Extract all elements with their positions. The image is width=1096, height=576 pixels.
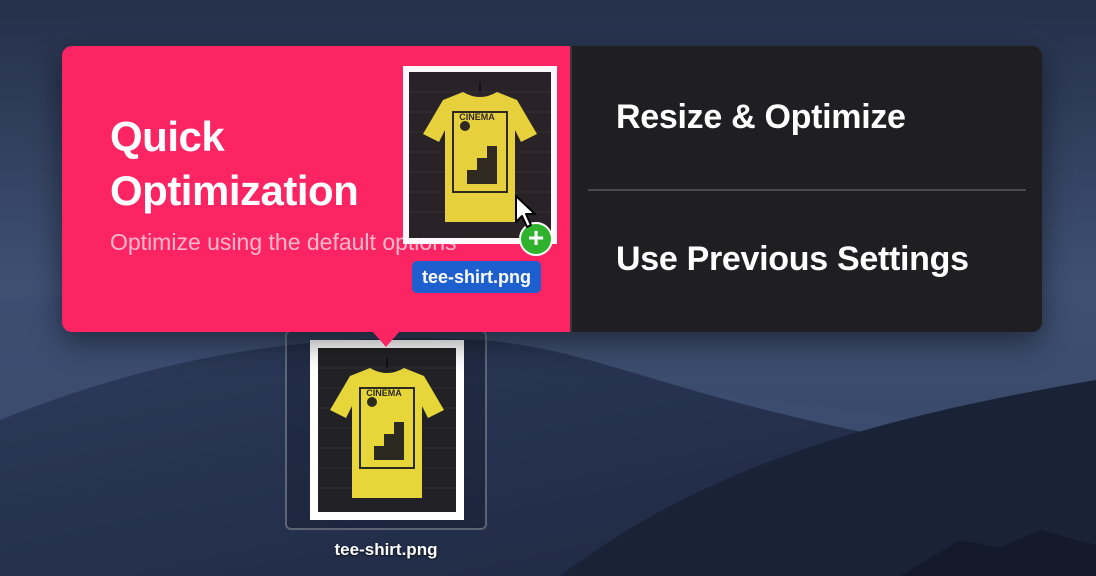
quick-title-line2: Optimization — [110, 167, 359, 214]
popover-arrow — [372, 331, 400, 347]
mouse-cursor-icon — [515, 195, 536, 228]
use-previous-settings-button[interactable]: Use Previous Settings — [616, 240, 969, 279]
desktop-file-label[interactable]: tee-shirt.png — [300, 540, 472, 560]
quick-title-line1: Quick — [110, 113, 225, 160]
quick-optimization-title: Quick Optimization — [110, 110, 410, 218]
resize-optimize-button[interactable]: Resize & Optimize — [616, 98, 906, 137]
shirt-print-top: CINEMA — [366, 388, 402, 398]
shirt-print-top: CINEMA — [459, 112, 495, 122]
dragged-filename-badge: tee-shirt.png — [412, 261, 542, 293]
desktop-file-thumbnail[interactable]: CINEMA — [310, 340, 464, 520]
menu-divider — [588, 189, 1026, 191]
options-panel: Resize & Optimize Use Previous Settings — [572, 46, 1042, 332]
